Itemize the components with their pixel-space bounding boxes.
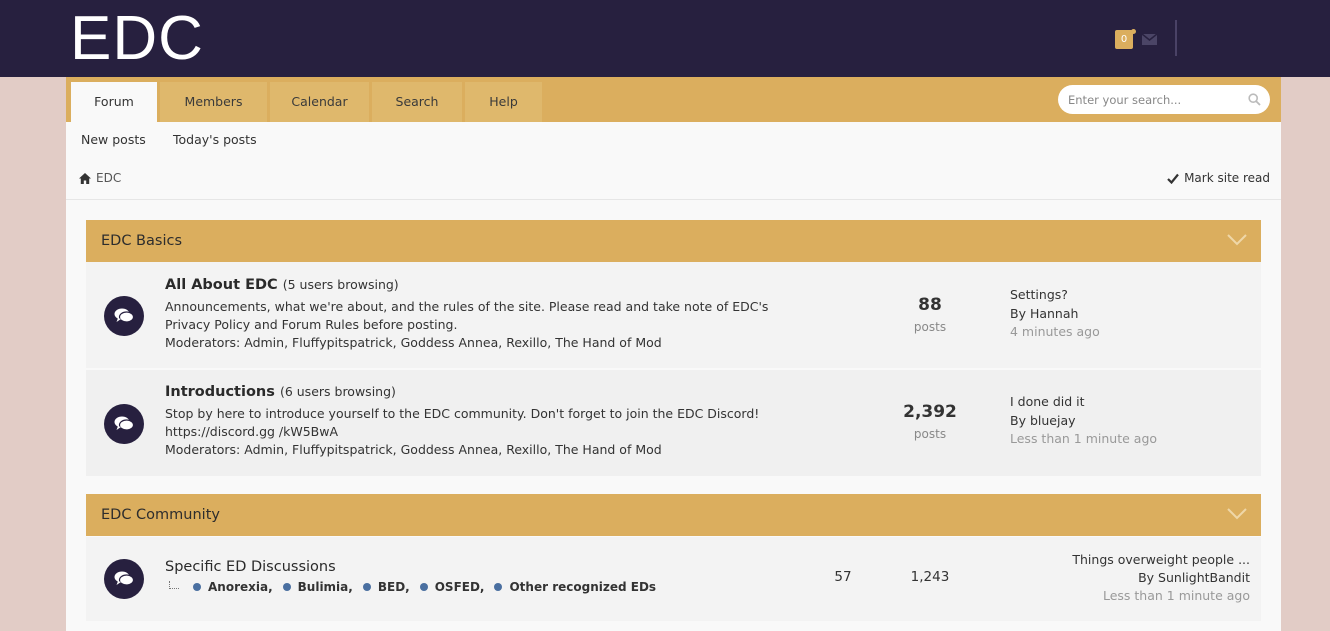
- subforum-dot: [282, 583, 291, 591]
- category-header-edc-basics[interactable]: EDC Basics: [86, 220, 1261, 262]
- notification-dot: [1131, 29, 1136, 34]
- subforum-link-other-recognized-eds[interactable]: Other recognized EDs: [494, 580, 656, 594]
- chevron-down-icon[interactable]: [1227, 234, 1247, 246]
- last-post-time: Less than 1 minute ago: [1010, 431, 1158, 446]
- last-post-title[interactable]: Settings?: [1010, 287, 1068, 302]
- last-post-author[interactable]: By Hannah: [1010, 306, 1078, 321]
- category-title: EDC Basics: [101, 233, 183, 249]
- users-browsing: (5 users browsing): [282, 277, 399, 292]
- tab-forum[interactable]: Forum: [71, 82, 157, 122]
- subforum-label: Anorexia,: [208, 580, 273, 594]
- tab-help[interactable]: Help: [465, 82, 542, 122]
- forum-title[interactable]: Specific ED Discussions: [165, 559, 336, 575]
- search-input[interactable]: [1068, 91, 1238, 109]
- category-title: EDC Community: [101, 507, 220, 523]
- last-post-author[interactable]: By bluejay: [1010, 413, 1076, 428]
- todays-posts-link[interactable]: Today's posts: [173, 132, 257, 147]
- subforum-dot: [419, 583, 428, 591]
- mail-icon[interactable]: [1142, 34, 1157, 45]
- forum-row-introductions: Introductions (6 users browsing) Stop by…: [86, 370, 1261, 476]
- post-count: 1,243: [910, 569, 950, 585]
- subforum-link-anorexia[interactable]: Anorexia,: [193, 580, 273, 594]
- chat-bubble-icon: [114, 308, 134, 323]
- forum-title[interactable]: All About EDC (5 users browsing): [165, 277, 399, 293]
- forum-title-text: Introductions: [165, 384, 275, 400]
- forum-moderators: Moderators: Admin, Fluffypitspatrick, Go…: [165, 442, 662, 457]
- forum-icon: [104, 404, 144, 444]
- last-post-author[interactable]: By SunlightBandit: [1138, 570, 1250, 585]
- subforum-dot: [362, 583, 371, 591]
- forum-moderators: Moderators: Admin, Fluffypitspatrick, Go…: [165, 335, 662, 350]
- post-count: 88: [918, 295, 942, 315]
- search-box: [1058, 85, 1270, 114]
- thread-count: 57: [834, 569, 852, 585]
- subforum-dot: [193, 583, 201, 591]
- chat-bubble-icon: [114, 571, 134, 586]
- last-post-time: 4 minutes ago: [1010, 324, 1100, 339]
- forum-icon: [104, 559, 144, 599]
- new-posts-link[interactable]: New posts: [81, 132, 146, 147]
- post-count: 2,392: [903, 402, 957, 422]
- category-header-edc-community[interactable]: EDC Community: [86, 494, 1261, 536]
- mark-site-read-button[interactable]: Mark site read: [1167, 171, 1270, 185]
- site-logo[interactable]: EDC: [70, 4, 204, 74]
- home-icon[interactable]: [79, 173, 91, 184]
- chevron-down-icon[interactable]: [1227, 508, 1247, 520]
- forum-title-text: All About EDC: [165, 277, 278, 293]
- subforum-link-bed[interactable]: BED,: [362, 580, 410, 594]
- main-nav: Forum Members Calendar Search Help: [66, 77, 1281, 122]
- subforum-link-bulimia[interactable]: Bulimia,: [282, 580, 353, 594]
- subforum-link-osfed[interactable]: OSFED,: [419, 580, 485, 594]
- notification-badge[interactable]: 0: [1115, 30, 1133, 49]
- forum-icon: [104, 296, 144, 336]
- subforum-label: BED,: [377, 580, 410, 594]
- subforum-dot: [494, 583, 503, 591]
- forum-description: Stop by here to introduce yourself to th…: [165, 406, 760, 439]
- check-icon: [1167, 173, 1179, 185]
- post-count-label: posts: [913, 427, 947, 441]
- forum-row-all-about-edc: All About EDC (5 users browsing) Announc…: [86, 262, 1261, 368]
- tab-calendar[interactable]: Calendar: [270, 82, 369, 122]
- last-post-title[interactable]: Things overweight people ...: [1072, 552, 1250, 567]
- subforum-label: Other recognized EDs: [509, 580, 657, 594]
- last-post-time: Less than 1 minute ago: [1102, 588, 1250, 603]
- tree-connector: [169, 581, 179, 589]
- header-divider: [1175, 20, 1177, 56]
- subforum-list: Anorexia, Bulimia, BED, OSFED, Other recogni…: [169, 580, 666, 594]
- subforum-label: OSFED,: [434, 580, 485, 594]
- forum-description: Announcements, what we're about, and the…: [165, 299, 769, 332]
- site-header: EDC 0: [0, 0, 1330, 77]
- forum-title[interactable]: Introductions (6 users browsing): [165, 384, 396, 400]
- tab-members[interactable]: Members: [160, 82, 267, 122]
- breadcrumb[interactable]: EDC: [96, 171, 121, 185]
- search-icon[interactable]: [1248, 93, 1261, 106]
- chat-bubble-icon: [114, 416, 134, 431]
- last-post-title[interactable]: I done did it: [1010, 394, 1085, 409]
- tab-search[interactable]: Search: [372, 82, 462, 122]
- users-browsing: (6 users browsing): [279, 384, 396, 399]
- divider: [66, 199, 1281, 200]
- forum-row-specific-ed-discussions: Specific ED Discussions Anorexia, Bulimia…: [86, 537, 1261, 621]
- post-count-label: posts: [913, 320, 947, 334]
- main-container: Forum Members Calendar Search Help New p…: [66, 77, 1281, 631]
- mark-site-read-label: Mark site read: [1184, 171, 1270, 185]
- subforum-label: Bulimia,: [297, 580, 353, 594]
